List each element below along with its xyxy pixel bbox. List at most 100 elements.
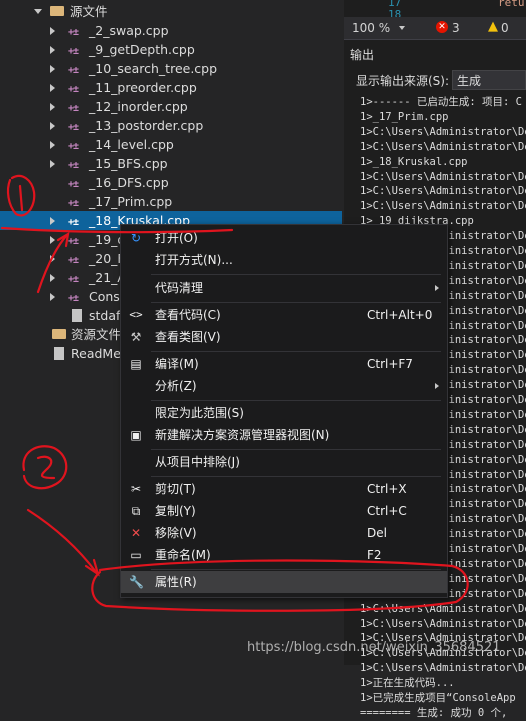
output-line: 1>C:\Users\Administrator\Des [360, 602, 526, 615]
tree-label: _16_DFS.cpp [89, 175, 169, 190]
menu-item-code-cleanup[interactable]: 代码清理 [121, 277, 447, 299]
output-line: 1>正在生成代码... [360, 677, 455, 690]
menu-item-analyze[interactable]: 分析(Z) [121, 375, 447, 397]
expand-arrow-icon[interactable] [50, 46, 55, 54]
output-line: 1>已完成生成项目“ConsoleApp [360, 692, 516, 704]
tree-label: _13_postorder.cpp [89, 118, 204, 133]
menu-item-compile[interactable]: ▤ 编译(M) Ctrl+F7 [121, 353, 447, 375]
menu-separator [151, 400, 441, 401]
remove-icon: ✕ [130, 526, 142, 540]
expand-arrow-icon[interactable] [50, 27, 55, 35]
expand-arrow-icon[interactable] [50, 236, 55, 244]
submenu-arrow-icon [435, 383, 439, 389]
menu-separator [151, 449, 441, 450]
copy-icon: ⧉ [131, 504, 141, 518]
tree-label: 资源文件 [71, 327, 122, 342]
context-menu: ↻ 打开(O) 打开方式(N)... 代码清理 <> 查看代码(C) Ctrl+… [120, 224, 448, 598]
scissors-icon: ✂ [130, 482, 142, 496]
warning-count: 0 [501, 21, 509, 35]
code-icon: <> [129, 308, 143, 321]
expand-arrow-icon[interactable] [34, 9, 42, 14]
output-line: 1>C:\Users\Administrator\Des [360, 140, 526, 153]
tree-file-item[interactable]: +± _16_DFS.cpp [0, 173, 342, 192]
open-icon: ↻ [130, 231, 142, 245]
file-icon [72, 309, 82, 322]
tree-label: _15_BFS.cpp [89, 156, 168, 171]
output-line: 1>------ 已启动生成: 项目: C [360, 96, 523, 108]
expand-arrow-icon[interactable] [50, 160, 55, 168]
tree-label: _17_Prim.cpp [89, 194, 173, 209]
menu-separator [151, 569, 441, 570]
expand-arrow-icon[interactable] [50, 293, 55, 301]
menu-separator [151, 274, 441, 275]
menu-separator [151, 476, 441, 477]
tree-file-item[interactable]: +± _17_Prim.cpp [0, 192, 342, 211]
output-source-select[interactable]: 生成 [452, 70, 526, 90]
menu-item-exclude[interactable]: 从项目中排除(J) [121, 451, 447, 473]
menu-item-open[interactable]: ↻ 打开(O) [121, 227, 447, 249]
expand-arrow-icon[interactable] [50, 103, 55, 111]
editor-status-bar: 100 % ✕ 3 ▲ 0 [344, 17, 526, 40]
menu-separator [151, 351, 441, 352]
tree-label: ReadMe [71, 346, 121, 361]
output-line: 1>C:\Users\Administrator\Des [360, 125, 526, 138]
tree-label: _14_level.cpp [89, 137, 174, 152]
rename-icon: ▭ [130, 548, 142, 562]
tree-label: _2_swap.cpp [89, 23, 169, 38]
tree-label: _10_search_tree.cpp [89, 61, 218, 76]
submenu-arrow-icon [435, 285, 439, 291]
expand-arrow-icon[interactable] [50, 255, 55, 263]
watermark: https://blog.csdn.net/weixin_35684521 [247, 640, 501, 655]
expand-arrow-icon[interactable] [50, 141, 55, 149]
tree-file-item[interactable]: +± _2_swap.cpp [0, 21, 342, 40]
wrench-icon: 🔧 [129, 575, 144, 589]
menu-item-view-code[interactable]: <> 查看代码(C) Ctrl+Alt+0 [121, 304, 447, 326]
expand-arrow-icon[interactable] [50, 122, 55, 130]
output-source-label: 显示输出来源(S): [356, 74, 450, 88]
menu-item-properties[interactable]: 🔧 属性(R) [121, 571, 447, 593]
output-line: 1>C:\Users\Administrator\Des [360, 617, 526, 630]
output-line: 1>_17_Prim.cpp [360, 110, 449, 123]
tree-file-item[interactable]: +± _12_inorder.cpp [0, 97, 342, 116]
menu-item-scope[interactable]: 限定为此范围(S) [121, 402, 447, 424]
folder-icon [52, 329, 66, 339]
expand-arrow-icon[interactable] [50, 84, 55, 92]
menu-item-rename[interactable]: ▭ 重命名(M) F2 [121, 544, 447, 566]
expand-arrow-icon[interactable] [50, 274, 55, 282]
tree-file-item[interactable]: +± _15_BFS.cpp [0, 154, 342, 173]
menu-item-cut[interactable]: ✂ 剪切(T) Ctrl+X [121, 478, 447, 500]
tree-label: _12_inorder.cpp [89, 99, 188, 114]
zoom-dropdown-icon[interactable] [399, 26, 405, 30]
file-icon [54, 347, 64, 360]
expand-arrow-icon[interactable] [50, 65, 55, 73]
tree-label: 源文件 [70, 4, 108, 19]
tree-file-item[interactable]: +± _14_level.cpp [0, 135, 342, 154]
menu-item-new-view[interactable]: ▣ 新建解决方案资源管理器视图(N) [121, 424, 447, 446]
compile-icon: ▤ [130, 357, 142, 371]
expand-arrow-icon[interactable] [50, 217, 55, 225]
output-line: 1>C:\Users\Administrator\Des [360, 170, 526, 183]
output-line: 1>C:\Users\Administrator\Des [360, 662, 526, 675]
tree-file-item[interactable]: +± _9_getDepth.cpp [0, 40, 342, 59]
code-text: retu [498, 0, 525, 9]
menu-item-view-class[interactable]: ⚒ 查看类图(V) [121, 326, 447, 348]
menu-item-remove[interactable]: ✕ 移除(V) Del [121, 522, 447, 544]
new-view-icon: ▣ [130, 428, 142, 442]
tree-file-item[interactable]: +± _13_postorder.cpp [0, 116, 342, 135]
menu-item-copy[interactable]: ⧉ 复制(Y) Ctrl+C [121, 500, 447, 522]
error-icon[interactable]: ✕ [436, 21, 448, 33]
tree-folder-source[interactable]: 源文件 [0, 2, 342, 21]
code-editor-strip[interactable]: 17 retu 18 [344, 0, 526, 17]
menu-item-open-with[interactable]: 打开方式(N)... [121, 249, 447, 271]
output-line: ======== 生成: 成功 0 个, [360, 706, 508, 719]
zoom-level[interactable]: 100 % [352, 21, 390, 35]
class-diagram-icon: ⚒ [130, 330, 142, 344]
output-title: 输出 [350, 48, 375, 62]
line-number: 18 [388, 8, 402, 17]
warning-icon[interactable]: ▲ [488, 19, 498, 34]
menu-separator [151, 302, 441, 303]
folder-icon [50, 6, 64, 16]
tree-file-item[interactable]: +± _10_search_tree.cpp [0, 59, 342, 78]
tree-file-item[interactable]: +± _11_preorder.cpp [0, 78, 342, 97]
tree-label: _11_preorder.cpp [89, 80, 197, 95]
